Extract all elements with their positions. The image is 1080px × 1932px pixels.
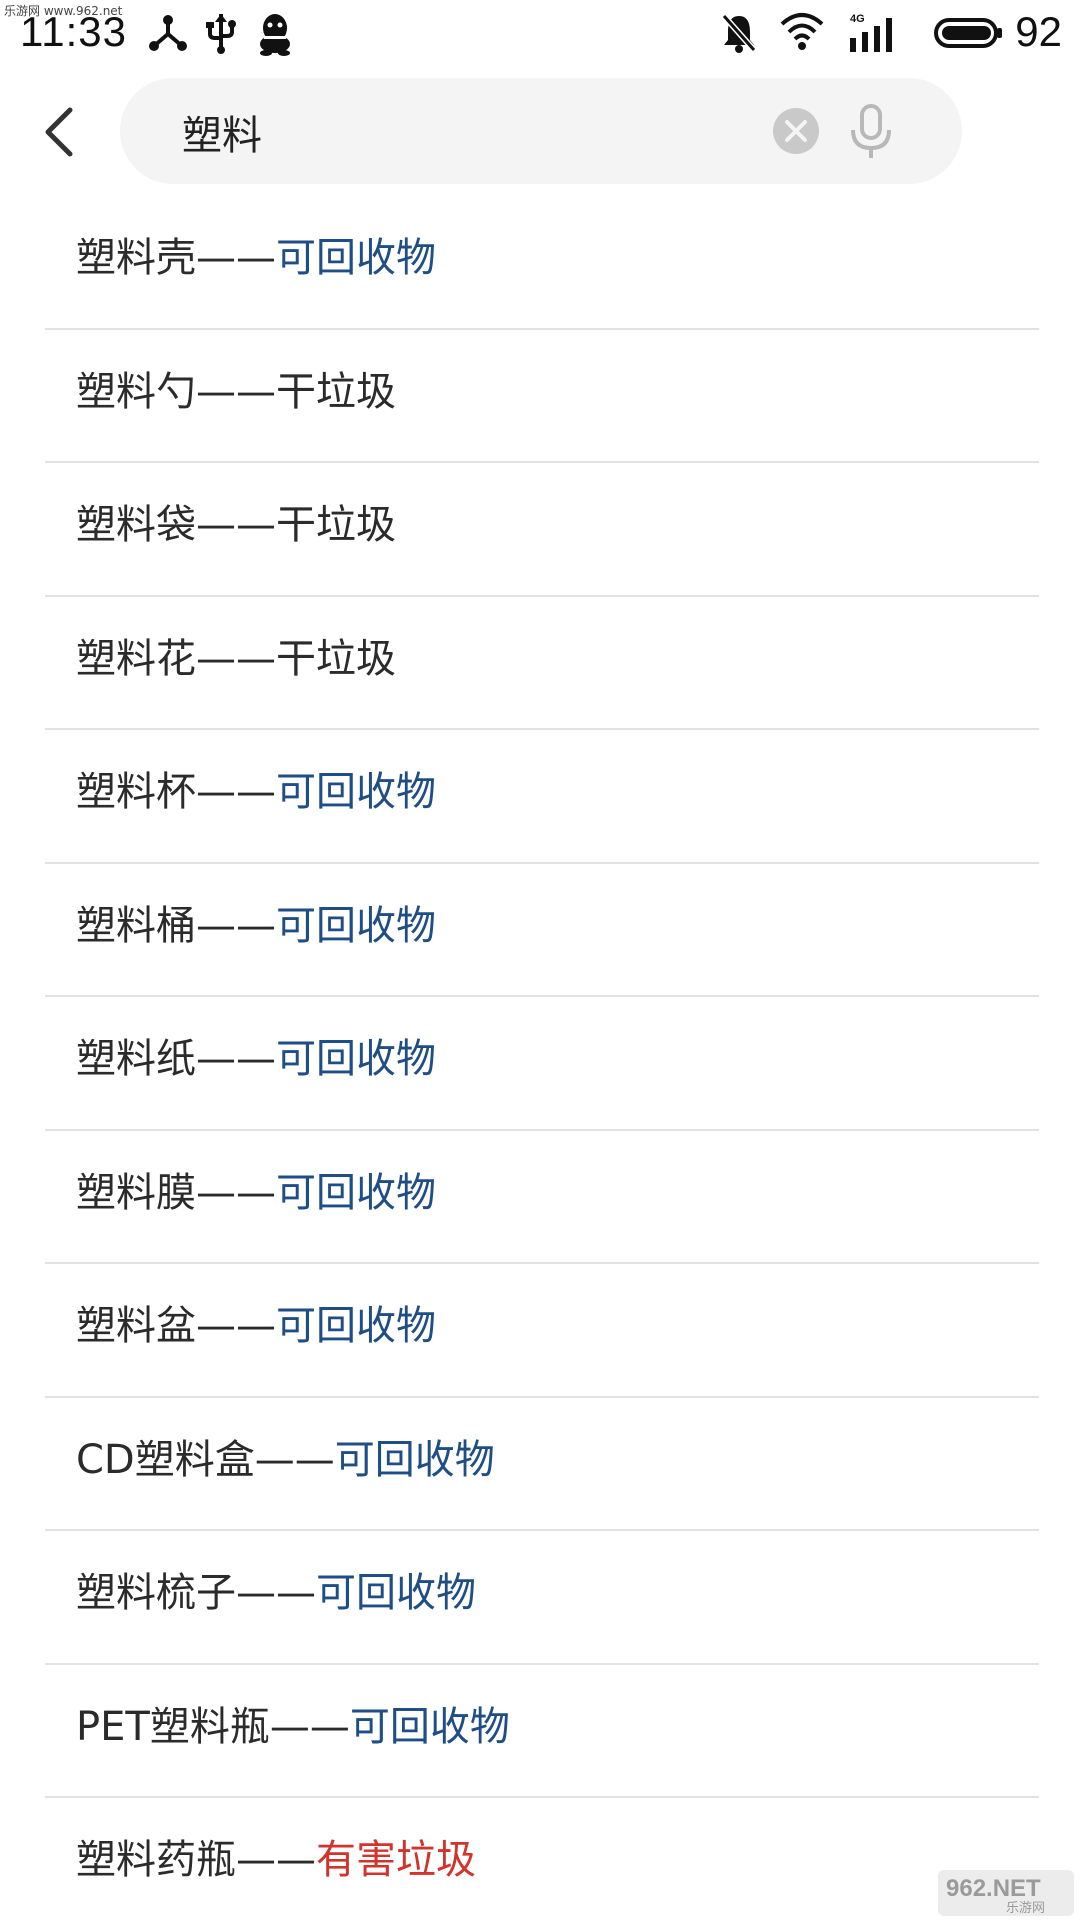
result-item[interactable]: 塑料勺——干垃圾 xyxy=(45,330,1039,464)
item-name: 塑料药瓶 xyxy=(76,1837,236,1883)
result-text: 塑料梳子——可回收物 xyxy=(76,1569,476,1617)
battery-level: 92 xyxy=(1015,8,1062,56)
item-separator: —— xyxy=(196,235,276,281)
result-text: 塑料药瓶——有害垃圾 xyxy=(76,1836,476,1884)
wifi-icon xyxy=(780,12,824,54)
item-category: 有害垃圾 xyxy=(316,1837,476,1883)
item-category: 可回收物 xyxy=(276,903,436,949)
item-separator: —— xyxy=(196,903,276,949)
item-name: 塑料梳子 xyxy=(76,1570,236,1616)
result-item[interactable]: 塑料纸——可回收物 xyxy=(45,997,1039,1131)
item-name: 塑料桶 xyxy=(76,903,196,949)
clear-icon xyxy=(772,107,820,155)
result-item[interactable]: 塑料盆——可回收物 xyxy=(45,1264,1039,1398)
usb-icon xyxy=(204,12,238,54)
result-text: 塑料袋——干垃圾 xyxy=(76,501,396,549)
search-input[interactable] xyxy=(180,78,744,186)
signal-4g-icon: 4G xyxy=(848,12,900,54)
item-name: 塑料勺 xyxy=(76,369,196,415)
item-category: 可回收物 xyxy=(276,1036,436,1082)
item-name: 塑料花 xyxy=(76,636,196,682)
watermark-brand: 962.NET xyxy=(946,1875,1041,1902)
bell-muted-icon xyxy=(720,12,758,54)
chevron-left-icon xyxy=(30,96,94,168)
result-item[interactable]: 塑料杯——可回收物 xyxy=(45,730,1039,864)
back-button[interactable] xyxy=(30,96,94,168)
watermark-subtitle: 乐游网 xyxy=(1006,1901,1045,1916)
battery-icon xyxy=(934,12,1004,54)
item-category: 干垃圾 xyxy=(276,369,396,415)
item-category: 可回收物 xyxy=(276,1170,436,1216)
clear-search-button[interactable] xyxy=(772,107,820,155)
result-item[interactable]: 塑料桶——可回收物 xyxy=(45,864,1039,998)
item-separator: —— xyxy=(255,1437,335,1483)
status-time: 11:33 xyxy=(20,8,127,56)
result-item[interactable]: CD塑料盒——可回收物 xyxy=(45,1398,1039,1532)
search-bar-row xyxy=(0,78,1080,186)
item-separator: —— xyxy=(196,502,276,548)
microphone-icon xyxy=(848,104,894,160)
item-separator: —— xyxy=(196,769,276,815)
item-category: 干垃圾 xyxy=(276,636,396,682)
item-category: 可回收物 xyxy=(276,235,436,281)
item-category: 干垃圾 xyxy=(276,502,396,548)
item-category: 可回收物 xyxy=(276,1303,436,1349)
item-separator: —— xyxy=(236,1570,316,1616)
item-name: 塑料袋 xyxy=(76,502,196,548)
item-separator: —— xyxy=(196,636,276,682)
item-separator: —— xyxy=(270,1704,350,1750)
item-category: 可回收物 xyxy=(276,769,436,815)
result-text: 塑料桶——可回收物 xyxy=(76,902,436,950)
qq-icon xyxy=(256,12,294,54)
status-bar: 11:33 xyxy=(0,0,1080,66)
item-name: CD塑料盒 xyxy=(76,1437,255,1483)
item-name: 塑料膜 xyxy=(76,1170,196,1216)
result-item[interactable]: PET塑料瓶——可回收物 xyxy=(45,1665,1039,1799)
usb-debug-icon xyxy=(148,12,188,54)
item-category: 可回收物 xyxy=(316,1570,476,1616)
result-item[interactable]: 塑料梳子——可回收物 xyxy=(45,1531,1039,1665)
result-text: 塑料膜——可回收物 xyxy=(76,1169,436,1217)
item-category: 可回收物 xyxy=(335,1437,495,1483)
voice-search-button[interactable] xyxy=(848,104,894,160)
result-text: PET塑料瓶——可回收物 xyxy=(76,1703,510,1751)
network-type-label: 4G xyxy=(850,13,865,25)
item-separator: —— xyxy=(236,1837,316,1883)
item-category: 可回收物 xyxy=(350,1704,510,1750)
result-item[interactable]: 塑料袋——干垃圾 xyxy=(45,463,1039,597)
result-text: CD塑料盒——可回收物 xyxy=(76,1436,495,1484)
result-text: 塑料纸——可回收物 xyxy=(76,1035,436,1083)
result-text: 塑料壳——可回收物 xyxy=(76,234,436,282)
item-separator: —— xyxy=(196,1036,276,1082)
result-item[interactable]: 塑料药瓶——有害垃圾 xyxy=(45,1798,1039,1932)
item-name: 塑料纸 xyxy=(76,1036,196,1082)
result-text: 塑料盆——可回收物 xyxy=(76,1302,436,1350)
result-text: 塑料杯——可回收物 xyxy=(76,768,436,816)
item-separator: —— xyxy=(196,369,276,415)
search-box xyxy=(120,78,962,184)
item-name: 塑料壳 xyxy=(76,235,196,281)
watermark-logo: 962.NET 乐游网 xyxy=(936,1868,1076,1918)
result-text: 塑料勺——干垃圾 xyxy=(76,368,396,416)
item-name: 塑料杯 xyxy=(76,769,196,815)
result-text: 塑料花——干垃圾 xyxy=(76,635,396,683)
item-name: PET塑料瓶 xyxy=(76,1704,270,1750)
item-name: 塑料盆 xyxy=(76,1303,196,1349)
result-item[interactable]: 塑料花——干垃圾 xyxy=(45,597,1039,731)
result-item[interactable]: 塑料膜——可回收物 xyxy=(45,1131,1039,1265)
item-separator: —— xyxy=(196,1303,276,1349)
result-item[interactable]: 塑料壳——可回收物 xyxy=(45,196,1039,330)
search-results-list: 塑料壳——可回收物塑料勺——干垃圾塑料袋——干垃圾塑料花——干垃圾塑料杯——可回… xyxy=(45,196,1039,1932)
item-separator: —— xyxy=(196,1170,276,1216)
